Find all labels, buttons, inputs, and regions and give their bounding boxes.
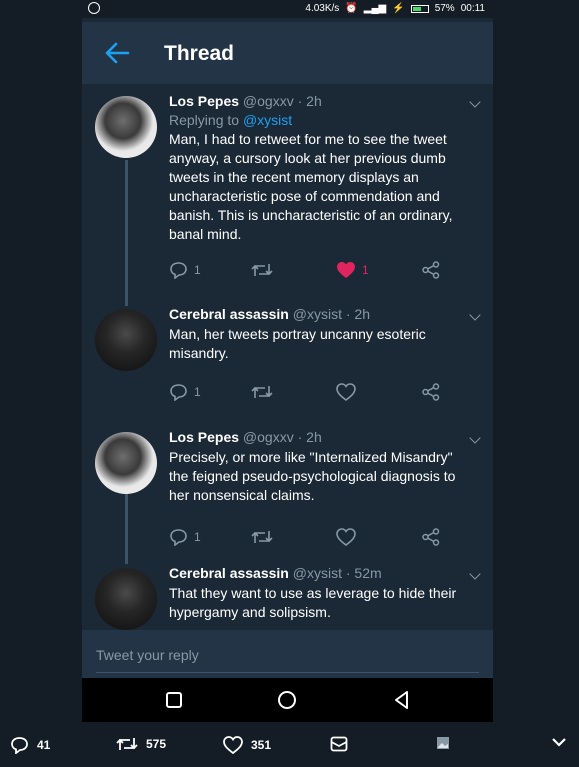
- total-likes-count: 351: [251, 738, 272, 752]
- avatar[interactable]: [95, 432, 157, 494]
- retweet-icon: [116, 738, 138, 750]
- reply-button[interactable]: 1: [169, 381, 201, 403]
- android-nav-bar: [82, 678, 493, 722]
- bottom-action-bar: 41 575 351: [0, 722, 579, 767]
- thread-feed: Los Pepes @ogxxv · 2h Replying to @xysis…: [82, 84, 493, 630]
- tweet[interactable]: Cerebral assassin @xysist · 52m That the…: [82, 556, 493, 630]
- reply-composer[interactable]: Tweet your reply: [82, 630, 493, 678]
- heart-filled-icon: [337, 262, 355, 278]
- share-button[interactable]: [421, 526, 441, 548]
- author-name[interactable]: Cerebral assassin: [169, 565, 289, 581]
- tweet-time: 52m: [354, 565, 382, 581]
- status-bar: 4.03K/s ⏰ ▂▄▆ ⚡ 57% 00:11: [82, 0, 493, 18]
- total-replies-button[interactable]: 41: [10, 736, 50, 754]
- whatsapp-icon: [88, 2, 100, 14]
- share-icon: [422, 383, 440, 401]
- avatar[interactable]: [95, 96, 157, 158]
- chevron-down-icon: [552, 738, 566, 747]
- chevron-down-icon[interactable]: [469, 96, 481, 108]
- reply-icon: [170, 529, 187, 546]
- tweet-actions: 1: [169, 526, 459, 548]
- media-button[interactable]: [436, 736, 450, 750]
- tweet-text: That they want to use as leverage to hid…: [169, 585, 457, 620]
- phone-screen: 4.03K/s ⏰ ▂▄▆ ⚡ 57% 00:11 Thread Los Pep…: [82, 0, 493, 722]
- tweet[interactable]: Cerebral assassin @xysist · 2h Man, her …: [82, 297, 493, 417]
- total-replies-count: 41: [37, 738, 51, 752]
- chevron-down-icon[interactable]: [469, 568, 481, 580]
- reply-icon: [170, 262, 187, 279]
- tweet-time: 2h: [306, 93, 322, 109]
- reply-count: 1: [194, 385, 201, 399]
- tweet-text: Man, I had to retweet for me to see the …: [169, 131, 453, 242]
- retweet-button[interactable]: [251, 526, 273, 548]
- alarm-icon: ⏰: [345, 3, 358, 14]
- like-button[interactable]: 1: [336, 259, 369, 281]
- like-button[interactable]: [336, 381, 356, 403]
- author-handle: @xysist: [292, 306, 342, 322]
- share-icon: [422, 261, 440, 279]
- retweet-icon: [251, 264, 273, 276]
- network-speed: 4.03K/s: [305, 3, 340, 14]
- retweet-button[interactable]: [251, 259, 273, 281]
- tweet-actions: 1 1: [169, 259, 459, 281]
- divider: [96, 672, 479, 673]
- tweet-time: 2h: [354, 306, 370, 322]
- author-handle: @ogxxv: [242, 93, 294, 109]
- heart-icon: [336, 528, 356, 546]
- total-retweets-button[interactable]: 575: [116, 736, 166, 752]
- retweet-icon: [251, 386, 273, 398]
- author-name[interactable]: Cerebral assassin: [169, 306, 289, 322]
- expand-button[interactable]: [551, 736, 567, 748]
- reply-input[interactable]: Tweet your reply: [96, 647, 199, 663]
- avatar[interactable]: [95, 309, 157, 371]
- home-circle-icon[interactable]: [277, 690, 297, 710]
- share-button[interactable]: [421, 259, 441, 281]
- tweet-text: Precisely, or more like "Internalized Mi…: [169, 449, 456, 503]
- author-name[interactable]: Los Pepes: [169, 93, 239, 109]
- signal-icon: ▂▄▆: [363, 3, 387, 14]
- share-button[interactable]: [421, 381, 441, 403]
- replying-to: Replying to @xysist: [169, 112, 293, 128]
- reply-button[interactable]: 1: [169, 259, 201, 281]
- retweet-button[interactable]: [251, 381, 273, 403]
- share-icon: [422, 528, 440, 546]
- direct-message-button[interactable]: [330, 736, 348, 752]
- reply-count: 1: [194, 263, 201, 277]
- total-likes-button[interactable]: 351: [223, 736, 271, 754]
- heart-icon: [223, 736, 243, 754]
- chevron-down-icon[interactable]: [469, 309, 481, 321]
- total-retweets-count: 575: [146, 737, 167, 751]
- like-button[interactable]: [336, 526, 356, 548]
- author-handle: @xysist: [292, 565, 342, 581]
- like-count: 1: [362, 263, 369, 277]
- tweet-time: 2h: [306, 429, 322, 445]
- retweet-icon: [251, 531, 273, 543]
- charging-icon: ⚡: [392, 3, 405, 14]
- heart-icon: [336, 383, 356, 401]
- reply-count: 1: [194, 530, 201, 544]
- reply-icon: [11, 737, 28, 754]
- reply-icon: [170, 384, 187, 401]
- clock: 00:11: [460, 3, 485, 14]
- recents-square-icon[interactable]: [164, 690, 184, 710]
- avatar[interactable]: [95, 568, 157, 630]
- tweet[interactable]: Los Pepes @ogxxv · 2h Replying to @xysis…: [82, 84, 493, 289]
- tweet-actions: 1: [169, 381, 459, 403]
- tweet[interactable]: Los Pepes @ogxxv · 2h Precisely, or more…: [82, 420, 493, 548]
- back-triangle-icon[interactable]: [392, 690, 412, 710]
- mail-icon: [330, 736, 348, 752]
- tweet-text: Man, her tweets portray uncanny esoteric…: [169, 326, 426, 361]
- reply-button[interactable]: 1: [169, 526, 201, 548]
- author-name[interactable]: Los Pepes: [169, 429, 239, 445]
- chevron-down-icon[interactable]: [469, 432, 481, 444]
- battery-icon: [410, 4, 429, 13]
- battery-percent: 57%: [434, 3, 455, 14]
- reply-handle-link[interactable]: @xysist: [243, 112, 292, 128]
- author-handle: @ogxxv: [242, 429, 294, 445]
- back-arrow-icon[interactable]: [104, 42, 130, 64]
- app-header: Thread: [82, 22, 493, 84]
- image-icon: [437, 737, 449, 749]
- page-title: Thread: [164, 42, 235, 65]
